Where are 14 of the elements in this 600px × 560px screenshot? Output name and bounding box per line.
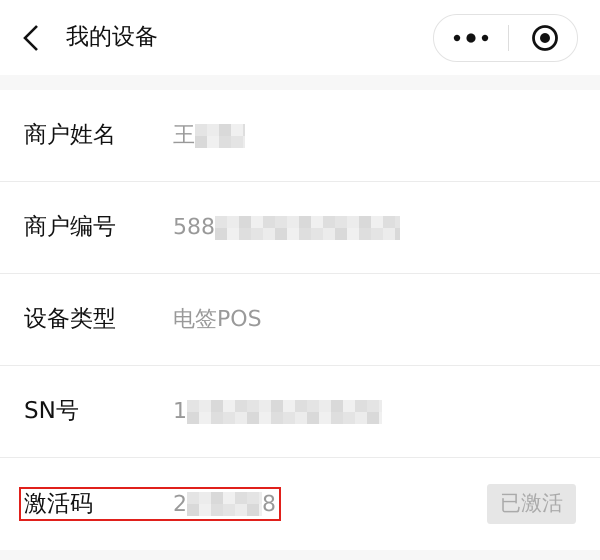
field-label: 设备类型 [24, 305, 117, 334]
field-value: 1 [173, 398, 187, 426]
back-icon[interactable] [22, 24, 40, 52]
field-value: 2 [173, 490, 187, 518]
more-icon[interactable] [453, 32, 489, 42]
page-title: 我的设备 [66, 23, 158, 52]
field-label: 激活码 [24, 490, 94, 519]
field-value: 588 [173, 214, 215, 242]
field-value: 电签POS [173, 306, 262, 334]
field-value: 8 [262, 490, 276, 518]
field-value: 王 [173, 122, 195, 150]
field-label: 商户姓名 [24, 121, 117, 150]
field-label: SN号 [24, 397, 80, 426]
field-label: 商户编号 [24, 213, 117, 242]
